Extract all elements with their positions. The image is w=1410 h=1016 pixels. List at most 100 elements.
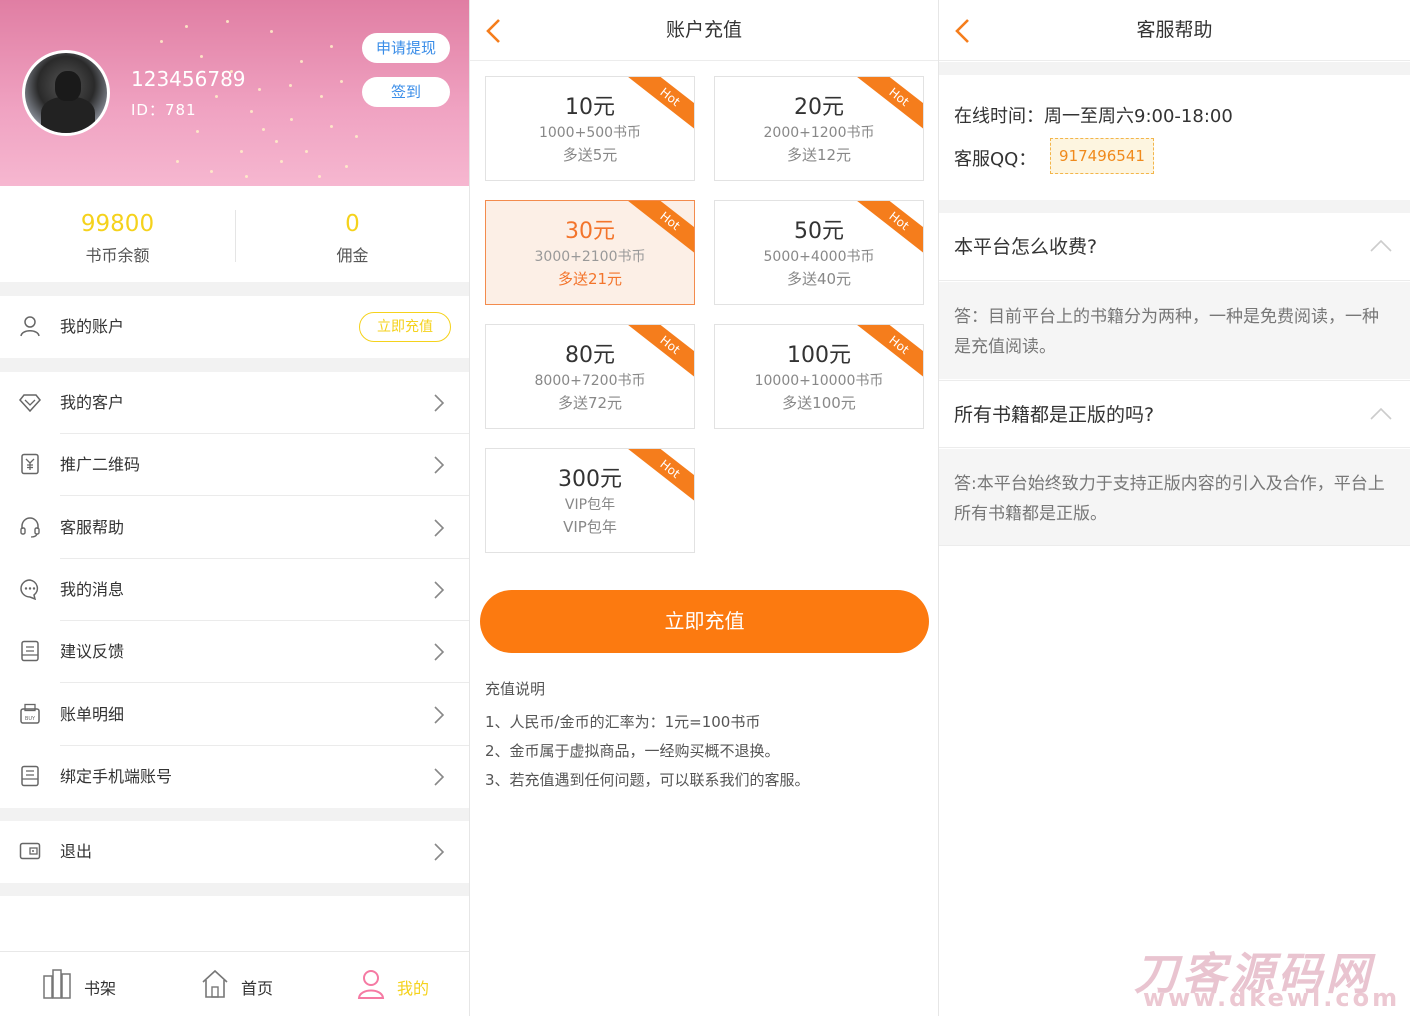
online-time: 在线时间：周一至周六9:00-18:00 [954,106,1233,127]
menu-item-logout[interactable]: 退出 [0,821,469,883]
avatar[interactable] [22,50,110,136]
profile-header: 123456789 ID：781 申请提现 签到 [0,0,469,186]
bill-icon: BUY [20,703,40,724]
recharge-bonus: 多送100元 [782,394,856,412]
menu-item-my-messages[interactable]: 我的消息 [0,559,469,621]
tab-bookshelf[interactable]: 书架 [0,952,156,1016]
recharge-bonus: 多送5元 [562,146,618,164]
section-gap [939,62,1410,75]
commission[interactable]: 0 佣金 [235,210,469,266]
chat-bubble-icon [20,579,39,600]
faq-question[interactable]: 本平台怎么收费? [939,213,1410,281]
recharge-bonus: 多送12元 [786,146,852,164]
menu-item-label: 我的客户 [60,393,125,412]
checkin-button[interactable]: 签到 [362,77,450,107]
commission-value: 0 [345,211,360,237]
faq-answer: 答:本平台始终致力于支持正版内容的引入及合作，平台上所有书籍都是正版。 [939,449,1410,546]
section-gap [0,808,469,821]
withdraw-button[interactable]: 申请提现 [362,33,450,63]
menu-item-customer-service[interactable]: 客服帮助 [0,497,469,559]
recharge-navbar: 账户充值 [470,0,938,61]
recharge-bonus: 多送21元 [557,270,623,288]
menu-item-label: 绑定手机端账号 [60,766,173,786]
recharge-note: 2、金币属于虚拟商品，一经购买概不退换。 [485,742,780,760]
recharge-coins: 1000+500书币 [538,125,642,141]
recharge-notes-title: 充值说明 [485,680,546,698]
faq-question-text: 所有书籍都是正版的吗? [954,404,1155,426]
recharge-note: 3、若充值遇到任何问题，可以联系我们的客服。 [485,771,810,789]
menu-item-bill-details[interactable]: BUY 账单明细 [0,684,469,746]
quick-recharge-button[interactable]: 立即充值 [359,312,451,342]
wallet-icon [19,842,41,860]
home-icon [202,969,228,998]
profile-panel: 123456789 ID：781 申请提现 签到 99800 书币余额 0 佣金… [0,0,469,1016]
help-navbar: 客服帮助 [939,0,1410,61]
help-panel: 客服帮助 在线时间：周一至周六9:00-18:00 客服QQ： 91749654… [939,0,1410,1016]
section-gap [939,200,1410,213]
menu-item-bind-mobile[interactable]: 绑定手机端账号 [0,746,469,808]
faq-question[interactable]: 所有书籍都是正版的吗? [939,380,1410,448]
recharge-coins: 3000+2100书币 [534,249,646,265]
recharge-bonus: 多送40元 [786,270,852,288]
tab-label: 我的 [397,979,430,998]
phone-bind-icon [21,765,39,787]
recharge-now-button[interactable]: 立即充值 [480,590,929,653]
recharge-option[interactable]: Hot 30元 3000+2100书币 多送21元 [485,200,695,305]
tab-label: 书架 [84,979,117,998]
feedback-icon [21,640,39,662]
chevron-right-icon [434,843,445,861]
page-title: 账户充值 [665,19,742,41]
user-id: ID：781 [131,101,197,119]
coin-balance-label: 书币余额 [85,246,150,265]
chevron-right-icon [434,705,445,724]
qq-number[interactable]: 917496541 [1050,138,1154,174]
page-title: 客服帮助 [1136,19,1213,41]
chevron-right-icon [434,643,445,661]
recharge-option[interactable]: Hot 100元 10000+10000书币 多送100元 [714,324,924,429]
coin-balance[interactable]: 99800 书币余额 [0,210,235,266]
diamond-icon [19,394,41,413]
user-active-icon [357,970,385,999]
tab-label: 首页 [241,979,274,998]
menu-item-feedback[interactable]: 建议反馈 [0,621,469,684]
username: 123456789 [131,67,246,91]
qq-label: 客服QQ： [954,149,1037,170]
menu-item-my-account[interactable]: 我的账户 立即充值 [0,296,469,358]
section-gap [0,883,469,896]
headset-icon [20,516,40,538]
recharge-option[interactable]: Hot 50元 5000+4000书币 多送40元 [714,200,924,305]
user-icon [20,316,40,337]
recharge-option[interactable]: Hot 20元 2000+1200书币 多送12元 [714,76,924,181]
commission-label: 佣金 [336,246,369,265]
section-gap [0,358,469,372]
recharge-option[interactable]: Hot 10元 1000+500书币 多送5元 [485,76,695,181]
recharge-option[interactable]: Hot 300元 VIP包年 VIP包年 [485,448,695,553]
chevron-right-icon [434,456,445,474]
faq-question-text: 本平台怎么收费? [954,236,1098,258]
recharge-coins: 5000+4000书币 [763,249,875,265]
faq-answer: 答：目前平台上的书籍分为两种，一种是免费阅读，一种是充值阅读。 [939,282,1410,379]
menu-item-label: 客服帮助 [60,517,125,537]
tab-home[interactable]: 首页 [156,952,312,1016]
chevron-right-icon [434,581,445,599]
menu-item-label: 我的账户 [60,317,125,336]
recharge-option[interactable]: Hot 80元 8000+7200书币 多送72元 [485,324,695,429]
chevron-up-icon [1370,407,1392,420]
menu-item-my-customers[interactable]: 我的客户 [0,372,469,434]
recharge-bonus: VIP包年 [563,518,617,536]
recharge-bonus: 多送72元 [557,394,623,412]
watermark-url: www.dkewl.com [1143,984,1401,1012]
tab-mine[interactable]: 我的 [312,952,468,1016]
svg-text:BUY: BUY [25,716,36,722]
chevron-up-icon [1370,239,1392,252]
menu-item-label: 推广二维码 [60,455,141,475]
coin-balance-value: 99800 [80,211,155,237]
chevron-right-icon [434,768,445,786]
recharge-coins: VIP包年 [564,497,616,513]
chevron-right-icon [434,394,445,412]
menu-item-promo-qrcode[interactable]: 推广二维码 [0,434,469,497]
menu-item-label: 建议反馈 [60,642,125,662]
recharge-note: 1、人民币/金币的汇率为：1元=100书币 [485,713,761,731]
bottom-tab-bar: 书架 首页 我的 [0,951,469,1016]
recharge-panel: 账户充值 Hot 10元 1000+500书币 多送5元 Hot 20元 2000+1200… [470,0,938,1016]
